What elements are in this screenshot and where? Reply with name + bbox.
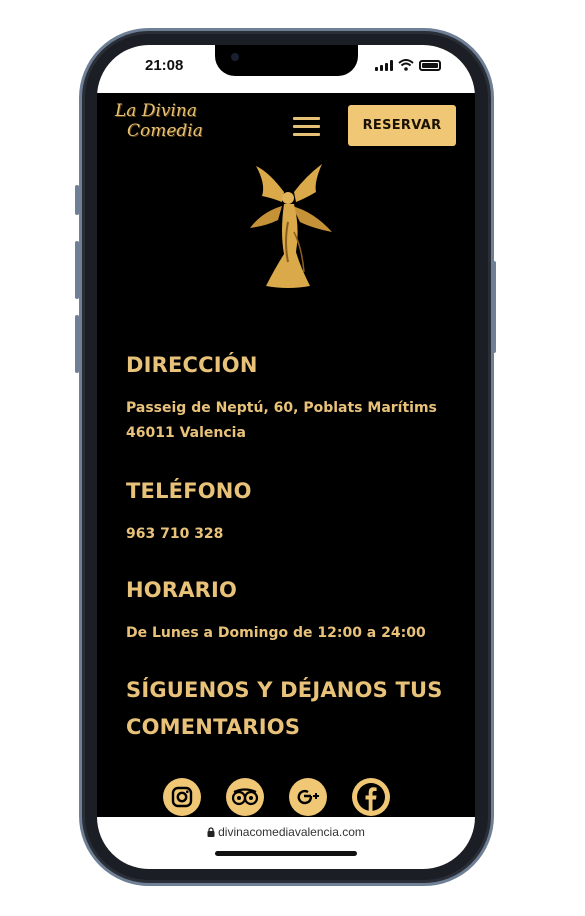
fairy-emblem-icon <box>250 164 332 288</box>
address-line-1: Passeig de Neptú, 60, Poblats Marítims <box>126 400 437 416</box>
logo-line-2: Comedia <box>127 121 203 141</box>
site-header: La Divina Comedia RESERVAR <box>97 93 475 161</box>
battery-icon <box>419 59 441 71</box>
site-logo[interactable]: La Divina Comedia <box>115 101 219 141</box>
address-title: DIRECCIÓN <box>126 353 258 377</box>
hamburger-menu-icon[interactable] <box>293 114 320 138</box>
phone-screen: 21:08 La Divina Comedia RESERVAR DIRECCI… <box>97 45 475 869</box>
status-time: 21:08 <box>145 57 184 74</box>
address-line-2: 46011 Valencia <box>126 425 246 441</box>
signal-icon <box>375 59 393 71</box>
instagram-icon[interactable] <box>163 778 201 816</box>
hours-title: HORARIO <box>126 578 238 602</box>
facebook-icon[interactable] <box>352 778 390 816</box>
status-bar: 21:08 <box>97 45 475 93</box>
reserve-button[interactable]: RESERVAR <box>348 105 456 146</box>
follow-title-line-2: COMENTARIOS <box>126 715 301 739</box>
google-plus-icon[interactable] <box>289 778 327 816</box>
power-button <box>492 261 496 353</box>
volume-up-button <box>75 241 79 299</box>
url-text: divinacomediavalencia.com <box>218 825 365 839</box>
mute-switch <box>75 185 79 215</box>
hours-text: De Lunes a Domingo de 12:00 a 24:00 <box>126 625 426 641</box>
phone-number[interactable]: 963 710 328 <box>126 522 223 547</box>
home-indicator[interactable] <box>215 851 357 856</box>
lock-icon <box>207 827 215 837</box>
social-links <box>163 778 390 816</box>
status-icons <box>375 59 441 71</box>
tripadvisor-icon[interactable] <box>226 778 264 816</box>
browser-url-bar[interactable]: divinacomediavalencia.com <box>97 817 475 869</box>
follow-title-line-1: SÍGUENOS Y DÉJANOS TUS <box>126 678 443 702</box>
volume-down-button <box>75 315 79 373</box>
phone-title: TELÉFONO <box>126 479 252 503</box>
front-camera <box>231 53 239 61</box>
logo-line-1: La Divina <box>115 101 198 121</box>
url-display[interactable]: divinacomediavalencia.com <box>97 825 475 839</box>
wifi-icon <box>398 59 414 71</box>
